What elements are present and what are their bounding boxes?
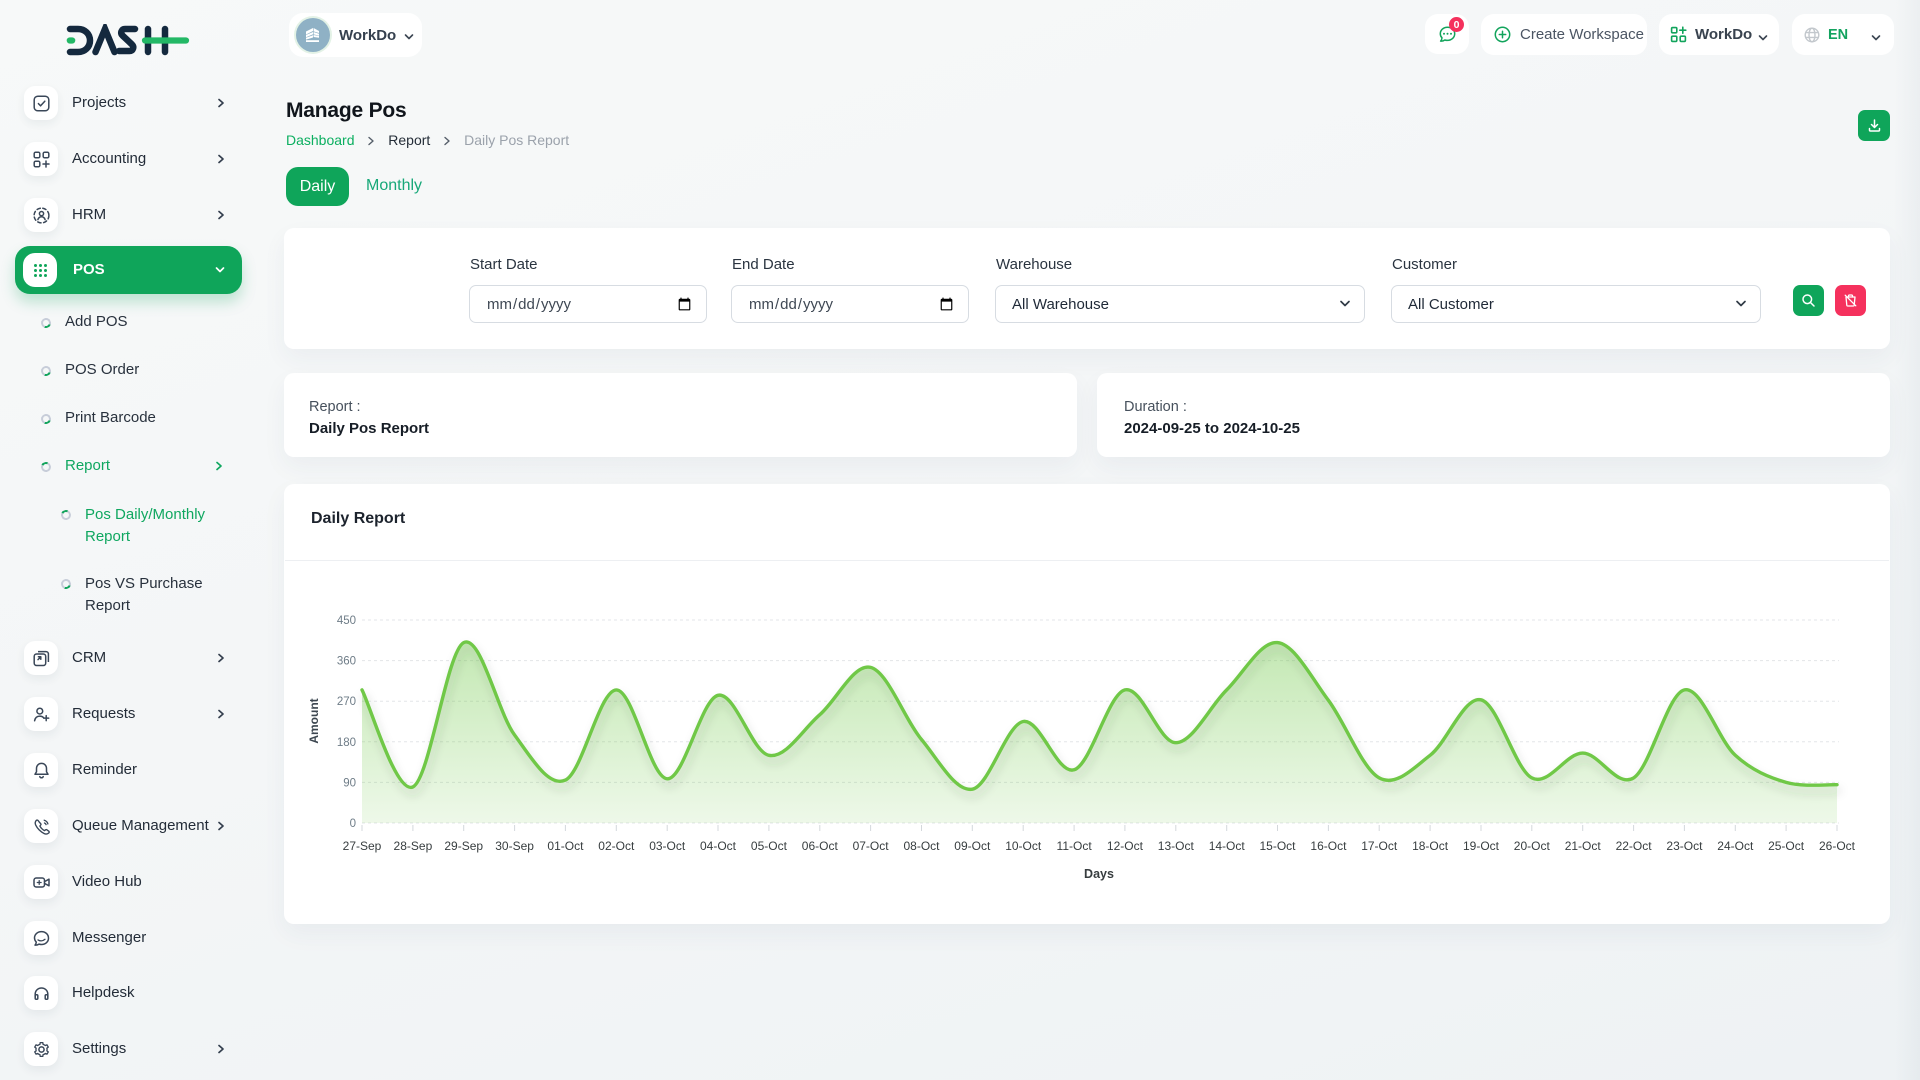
svg-text:10-Oct: 10-Oct: [1005, 839, 1042, 853]
svg-text:29-Sep: 29-Sep: [444, 839, 483, 853]
svg-text:03-Oct: 03-Oct: [649, 839, 686, 853]
svg-text:12-Oct: 12-Oct: [1107, 839, 1144, 853]
svg-text:06-Oct: 06-Oct: [802, 839, 839, 853]
svg-text:Days: Days: [1084, 867, 1114, 881]
svg-text:02-Oct: 02-Oct: [598, 839, 635, 853]
svg-text:25-Oct: 25-Oct: [1768, 839, 1805, 853]
svg-text:14-Oct: 14-Oct: [1209, 839, 1246, 853]
svg-text:0: 0: [350, 818, 356, 830]
svg-text:23-Oct: 23-Oct: [1666, 839, 1703, 853]
svg-text:360: 360: [337, 656, 356, 668]
svg-text:13-Oct: 13-Oct: [1158, 839, 1195, 853]
svg-text:05-Oct: 05-Oct: [751, 839, 788, 853]
svg-text:16-Oct: 16-Oct: [1310, 839, 1347, 853]
svg-text:27-Sep: 27-Sep: [343, 839, 382, 853]
svg-text:04-Oct: 04-Oct: [700, 839, 737, 853]
svg-text:15-Oct: 15-Oct: [1259, 839, 1296, 853]
svg-text:07-Oct: 07-Oct: [853, 839, 890, 853]
svg-text:28-Sep: 28-Sep: [394, 839, 433, 853]
svg-text:18-Oct: 18-Oct: [1412, 839, 1449, 853]
svg-text:08-Oct: 08-Oct: [903, 839, 940, 853]
svg-text:270: 270: [337, 696, 356, 708]
svg-text:22-Oct: 22-Oct: [1616, 839, 1653, 853]
svg-text:01-Oct: 01-Oct: [547, 839, 584, 853]
svg-text:21-Oct: 21-Oct: [1565, 839, 1602, 853]
svg-text:20-Oct: 20-Oct: [1514, 839, 1551, 853]
svg-text:Amount: Amount: [307, 698, 321, 743]
svg-text:24-Oct: 24-Oct: [1717, 839, 1754, 853]
svg-text:19-Oct: 19-Oct: [1463, 839, 1500, 853]
svg-text:26-Oct: 26-Oct: [1819, 839, 1856, 853]
svg-text:450: 450: [337, 615, 356, 627]
svg-text:180: 180: [337, 737, 356, 749]
svg-text:90: 90: [343, 777, 356, 789]
svg-text:30-Sep: 30-Sep: [495, 839, 534, 853]
svg-text:11-Oct: 11-Oct: [1057, 839, 1093, 853]
svg-text:17-Oct: 17-Oct: [1361, 839, 1398, 853]
svg-text:09-Oct: 09-Oct: [954, 839, 991, 853]
